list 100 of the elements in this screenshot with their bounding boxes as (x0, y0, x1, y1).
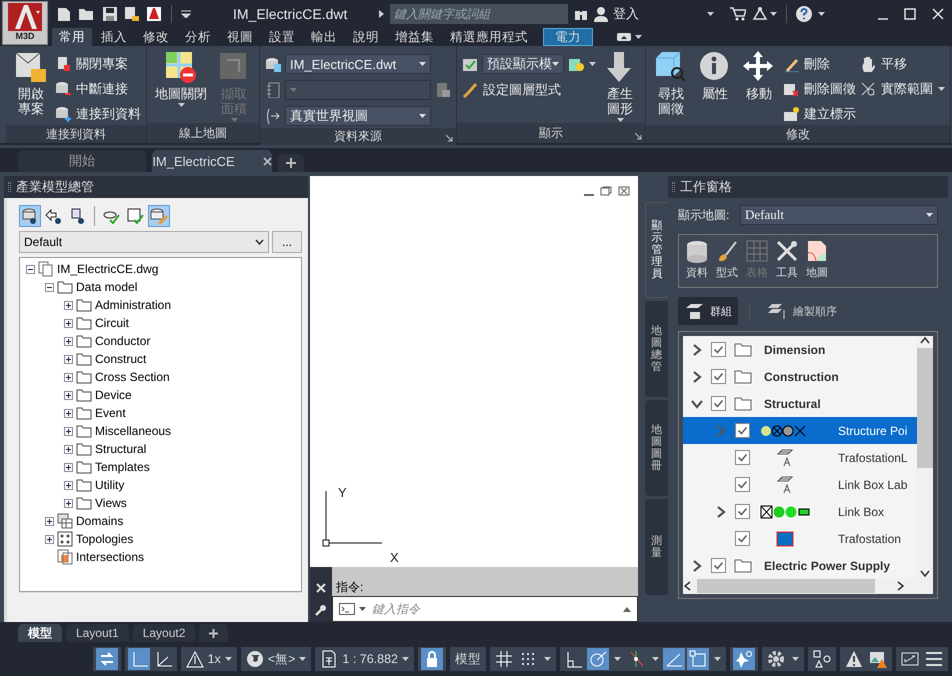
tree-item[interactable]: Views (95, 496, 127, 510)
model-dropdown[interactable]: Default (19, 231, 269, 253)
side-tab[interactable]: 地圖總管 (645, 301, 668, 397)
ribbon-tab[interactable]: 精選應用程式 (443, 28, 535, 46)
status-toggle-button[interactable] (663, 648, 685, 670)
status-toggle-button[interactable] (96, 648, 118, 670)
ribbon-small-button[interactable]: 關閉專案 (55, 52, 141, 75)
ribbon-small-button[interactable]: 連接到資料 (55, 102, 141, 125)
search-field[interactable]: 鍵入關鍵字或詞組 (390, 4, 568, 24)
tree-item[interactable]: Conductor (95, 334, 150, 348)
ribbon-tab[interactable]: 輸出 (304, 28, 344, 46)
ribbon-tab[interactable]: 常用 (52, 28, 92, 46)
horizontal-scrollbar[interactable] (683, 578, 933, 594)
maximize-button[interactable] (904, 8, 916, 20)
task-tool-button[interactable]: 型式 (715, 239, 739, 283)
tree-item[interactable]: Domains (76, 514, 124, 528)
ribbon-large-button[interactable]: 移動 (739, 50, 779, 101)
tree-item[interactable]: Circuit (95, 316, 130, 330)
layout-tab[interactable]: Layout2 (132, 624, 196, 642)
layout-tab[interactable]: Layout1 (66, 624, 129, 642)
side-tab[interactable]: 顯示管理員 (645, 202, 668, 298)
ribbon-tab[interactable]: 增益集 (388, 28, 441, 46)
layer-name[interactable]: Trafostation (838, 532, 901, 546)
ribbon-tab[interactable]: 設置 (262, 28, 302, 46)
status-toggle-button[interactable] (811, 648, 833, 670)
close-command-button[interactable] (316, 582, 326, 593)
side-tab[interactable]: 測量 (645, 499, 668, 595)
document-tab[interactable]: IM_ElectricCE (152, 150, 272, 172)
network-button[interactable] (752, 7, 777, 21)
new-file-button[interactable] (56, 6, 72, 22)
sign-in-button[interactable]: 登入 (594, 5, 639, 23)
layout-tab[interactable]: 模型 (18, 624, 62, 642)
ribbon-dropdown[interactable]: 真實世界視圖 (285, 106, 431, 126)
application-menu-button[interactable]: M3D (2, 1, 48, 45)
tree-item[interactable]: Topologies (76, 532, 134, 546)
tree-item[interactable]: Miscellaneous (95, 424, 172, 438)
layer-name[interactable]: Electric Power Supply (764, 558, 890, 572)
ribbon-small-button[interactable]: 中斷連接 (55, 77, 141, 100)
view-toggle-button[interactable]: 繪製順序 (761, 297, 843, 325)
status-toggle-button[interactable] (765, 648, 787, 670)
tree-item[interactable]: Cross Section (95, 370, 170, 384)
layer-name[interactable]: Construction (764, 370, 839, 384)
ribbon-large-button[interactable]: 開啟專案 (11, 50, 51, 116)
ribbon-small-button[interactable]: 平移 (860, 52, 945, 75)
ribbon-small-button[interactable]: 刪除 (783, 52, 856, 75)
tree-item[interactable]: IM_ElectricCE.dwg (57, 262, 158, 276)
drawing-canvas[interactable]: Y X (310, 176, 638, 567)
view-toggle-button[interactable]: 群組 (678, 297, 738, 325)
tree-item[interactable]: Device (95, 388, 132, 402)
layer-name[interactable]: Link Box (838, 504, 884, 518)
status-toggle-button[interactable] (128, 648, 150, 670)
ribbon-large-button[interactable]: 地圖關閉 (152, 50, 210, 107)
viewport-restore-button[interactable] (600, 186, 612, 196)
ribbon-large-button[interactable]: 屬性 (695, 50, 735, 101)
task-tool-button[interactable]: 資料 (685, 239, 709, 283)
customize-button[interactable] (315, 604, 327, 616)
save-button[interactable] (102, 6, 118, 22)
more-button[interactable]: ... (272, 231, 302, 253)
layer-name[interactable]: Dimension (764, 342, 826, 356)
toolbar-button[interactable] (19, 205, 41, 227)
task-tool-button[interactable]: 地圖 (805, 239, 829, 283)
new-tab-button[interactable] (278, 154, 304, 172)
document-tab[interactable]: 開始 (18, 150, 146, 172)
open-button[interactable] (78, 6, 96, 22)
layer-name[interactable]: Structure Poi (838, 424, 908, 438)
tree-item[interactable]: Structural (95, 442, 146, 456)
new-layout-button[interactable] (199, 624, 228, 642)
ribbon-dropdown[interactable]: IM_ElectricCE.dwt (285, 54, 431, 74)
ribbon-tab[interactable]: 說明 (346, 28, 386, 46)
status-toggle-button[interactable] (733, 648, 755, 670)
command-input[interactable]: 鍵入指令 (370, 601, 619, 617)
tree-item[interactable]: Utility (95, 478, 124, 492)
ia-button[interactable] (146, 6, 162, 22)
ribbon-small-button[interactable]: 建立標示 (783, 102, 856, 125)
toolbar-button[interactable] (148, 205, 170, 227)
help-button[interactable] (796, 6, 825, 22)
tree-item[interactable]: Event (95, 406, 126, 420)
ribbon-tab[interactable]: 分析 (178, 28, 218, 46)
tree-item[interactable]: Templates (95, 460, 150, 474)
vertical-scrollbar[interactable] (917, 336, 933, 578)
customize-dropdown[interactable] (181, 10, 191, 18)
binoculars-button[interactable] (574, 8, 588, 20)
layer-name[interactable]: Link Box Lab (838, 478, 908, 492)
ribbon-small-button[interactable]: 設定圖層型式 (462, 78, 596, 101)
status-toggle-button[interactable] (687, 648, 709, 670)
ribbon-tab[interactable]: 電力 (543, 28, 593, 46)
ribbon-tab[interactable]: 視圖 (220, 28, 260, 46)
status-toggle-button[interactable] (587, 648, 609, 670)
tree-item[interactable]: Construct (95, 352, 146, 366)
layer-name[interactable]: Structural (764, 396, 821, 410)
command-field[interactable]: 鍵入指令 (332, 596, 638, 622)
tree-item[interactable]: Administration (95, 298, 172, 312)
close-button[interactable] (932, 8, 944, 20)
tree-item[interactable]: Data model (76, 280, 138, 294)
side-tab[interactable]: 地圖圖冊 (645, 400, 668, 496)
command-grip-bar[interactable] (332, 567, 638, 579)
status-toggle-button[interactable] (421, 648, 443, 670)
ribbon-small-button[interactable]: 刪除圖徵 (783, 77, 856, 100)
ribbon-dropdown[interactable]: 預設顯示模 (482, 54, 564, 74)
plot-button[interactable] (124, 6, 140, 22)
